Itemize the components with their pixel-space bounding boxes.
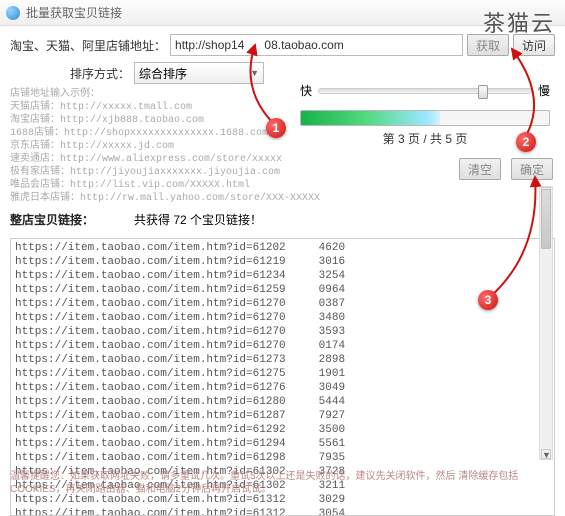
- speed-slow-label: 慢: [538, 82, 550, 99]
- titlebar: 批量获取宝贝链接: [0, 0, 565, 26]
- sort-select[interactable]: 综合排序 ▼: [134, 62, 264, 84]
- slider-thumb[interactable]: [478, 85, 488, 99]
- speed-slider-row: 快 慢: [300, 82, 550, 99]
- results-scrollbar[interactable]: ▲ ▼: [539, 186, 553, 460]
- progress-bar: [300, 110, 550, 126]
- results-label: 整店宝贝链接：: [10, 211, 94, 228]
- sort-selected-value: 综合排序: [139, 65, 187, 82]
- app-icon: [6, 6, 20, 20]
- chevron-down-icon: ▼: [250, 68, 259, 78]
- scroll-down-icon[interactable]: ▼: [541, 449, 551, 459]
- progress-fill: [301, 111, 440, 125]
- scrollbar-thumb[interactable]: [541, 189, 551, 249]
- sort-label: 排序方式：: [70, 65, 130, 82]
- visit-button[interactable]: 访问: [513, 34, 555, 56]
- speed-fast-label: 快: [300, 82, 312, 99]
- results-count: 共获得 72 个宝贝链接！: [134, 211, 262, 228]
- progress-text: 第 3 页 / 共 5 页: [300, 130, 550, 147]
- confirm-button[interactable]: 确定: [511, 158, 553, 180]
- shop-url-input[interactable]: [170, 34, 463, 56]
- window-title: 批量获取宝贝链接: [26, 4, 122, 21]
- fetch-button[interactable]: 获取: [467, 34, 509, 56]
- footer-tip: 温馨提醒您：如果获取网址失败，请多重试几次。重试5次以上还是失败的话，建议先关闭…: [10, 470, 555, 496]
- clear-button[interactable]: 清空: [459, 158, 501, 180]
- speed-slider[interactable]: [318, 88, 532, 94]
- url-label: 淘宝、天猫、阿里店铺地址：: [10, 37, 166, 54]
